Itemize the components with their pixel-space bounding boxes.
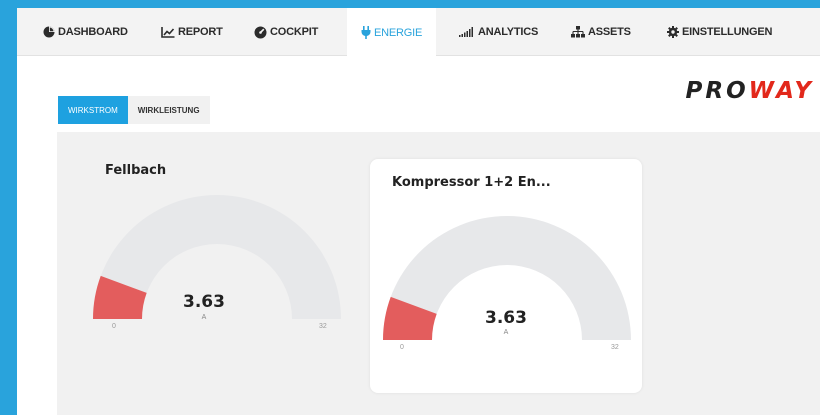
gauge-unit: A xyxy=(503,329,509,336)
sitemap-icon xyxy=(571,26,585,38)
gauge-max-label: 32 xyxy=(611,344,619,351)
tab-wirkleistung[interactable]: WIRKLEISTUNG xyxy=(127,96,210,124)
gauge-panel: Fellbach 3.63 A 0 32 Kompressor 1+2 En..… xyxy=(57,132,820,415)
nav-label: ANALYTICS xyxy=(478,26,539,38)
nav-item-energie[interactable]: ENERGIE xyxy=(347,8,437,57)
nav-label: REPORT xyxy=(178,26,223,38)
tab-wirkstrom[interactable]: WIRKSTROM xyxy=(58,96,128,124)
logo-text-pro: PRO xyxy=(685,78,749,104)
gear-icon xyxy=(667,26,679,38)
measurement-tabs: WIRKSTROM WIRKLEISTUNG xyxy=(58,96,210,124)
gauge-value: 3.63 xyxy=(183,292,225,312)
plug-icon xyxy=(361,26,371,39)
gauge-card-fellbach[interactable]: Fellbach 3.63 A 0 32 xyxy=(82,142,352,342)
gauge-chart xyxy=(93,195,341,319)
gauge-max-label: 32 xyxy=(319,323,327,330)
gauge-min-label: 0 xyxy=(112,323,116,330)
nav-label: ENERGIE xyxy=(374,26,423,39)
pie-chart-icon xyxy=(43,26,55,38)
bar-signal-icon xyxy=(459,27,473,37)
gauge-min-label: 0 xyxy=(400,344,404,351)
top-navigation: DASHBOARD REPORT COCKPIT ENERGIE ANALYTI… xyxy=(17,8,820,57)
nav-label: EINSTELLUNGEN xyxy=(682,26,773,38)
nav-item-report[interactable]: REPORT xyxy=(161,8,223,56)
gauge-chart xyxy=(383,216,631,340)
nav-item-einstellungen[interactable]: EINSTELLUNGEN xyxy=(667,8,772,56)
proway-logo: PROWAY xyxy=(686,78,815,104)
nav-item-assets[interactable]: ASSETS xyxy=(571,8,631,56)
app-window: DASHBOARD REPORT COCKPIT ENERGIE ANALYTI… xyxy=(17,8,820,415)
logo-text-way: WAY xyxy=(748,78,814,104)
gauge-unit: A xyxy=(201,314,207,321)
speedometer-icon xyxy=(254,26,267,38)
nav-item-analytics[interactable]: ANALYTICS xyxy=(459,8,538,56)
nav-item-dashboard[interactable]: DASHBOARD xyxy=(43,8,128,56)
nav-label: DASHBOARD xyxy=(58,26,128,38)
gauge-card-kompressor[interactable]: Kompressor 1+2 En... 3.63 A 0 32 xyxy=(370,159,642,393)
nav-label: ASSETS xyxy=(588,26,631,38)
nav-label: COCKPIT xyxy=(270,26,319,38)
gauge-value: 3.63 xyxy=(485,308,527,328)
line-chart-icon xyxy=(161,26,175,38)
nav-item-cockpit[interactable]: COCKPIT xyxy=(254,8,318,56)
